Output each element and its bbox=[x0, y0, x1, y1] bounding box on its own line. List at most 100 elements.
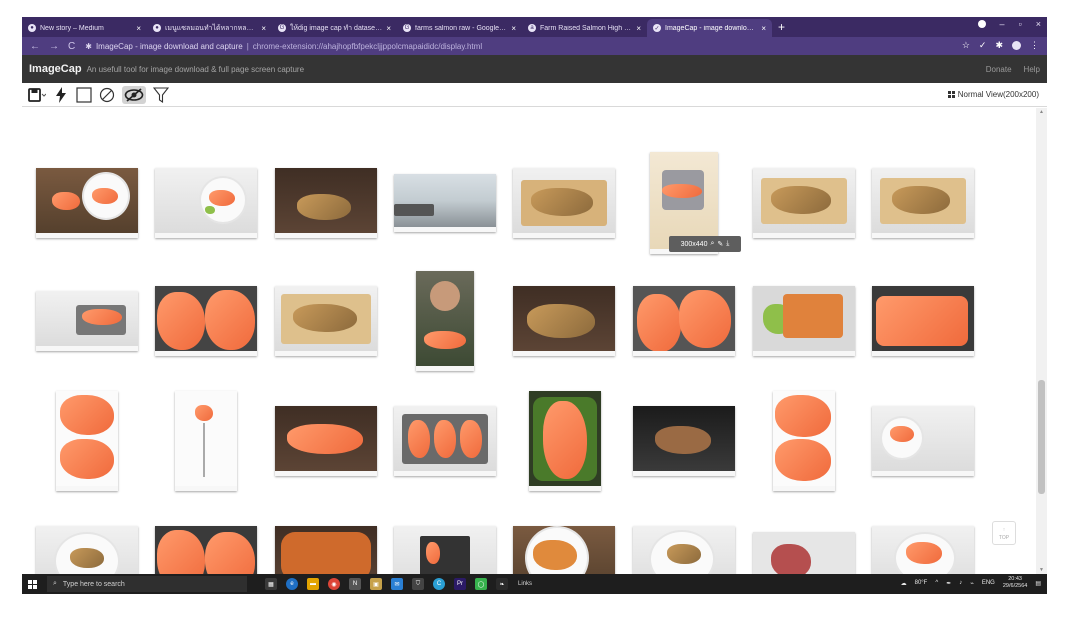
imagecap-ext-icon[interactable]: ✓ bbox=[979, 40, 987, 51]
image-thumbnail[interactable] bbox=[416, 271, 474, 371]
image-thumbnail[interactable] bbox=[155, 526, 257, 574]
select-none-icon[interactable] bbox=[76, 86, 92, 104]
image-thumbnail[interactable] bbox=[394, 526, 496, 574]
leaf-app-icon[interactable]: ❧ bbox=[496, 578, 508, 590]
view-mode-toggle[interactable]: Normal View(200x200) bbox=[947, 90, 1039, 99]
omnibox[interactable]: ✱ ImageCap - image download and capture … bbox=[85, 42, 482, 51]
image-thumbnail[interactable] bbox=[773, 391, 835, 491]
download-icon[interactable]: ⤓ bbox=[726, 240, 729, 248]
vertical-scrollbar[interactable]: ▲ ▼ bbox=[1036, 108, 1047, 574]
mail-icon[interactable]: ✉ bbox=[391, 578, 403, 590]
help-link[interactable]: Help bbox=[1024, 65, 1040, 74]
image-thumbnail[interactable] bbox=[513, 168, 615, 238]
image-thumbnail[interactable] bbox=[56, 391, 118, 491]
image-thumbnail[interactable] bbox=[36, 168, 138, 238]
browser-tab-2[interactable]: ● เมนูแซลมอนทำได้หลากหลาย ... × bbox=[147, 19, 272, 37]
clock[interactable]: 20:43 29/6/2564 bbox=[1003, 576, 1027, 590]
image-thumbnail[interactable] bbox=[155, 168, 257, 238]
image-thumbnail[interactable] bbox=[394, 406, 496, 476]
reload-icon[interactable]: C bbox=[68, 41, 75, 52]
browser-tab-6[interactable]: ✓ ImageCap - image download and × bbox=[647, 19, 772, 37]
image-thumbnail[interactable] bbox=[872, 286, 974, 356]
arrow-up-icon: ↑ bbox=[1002, 527, 1006, 533]
clear-icon[interactable] bbox=[99, 86, 115, 104]
minimize-icon[interactable]: – bbox=[1000, 19, 1005, 29]
lightning-icon[interactable] bbox=[53, 86, 69, 104]
weather-icon[interactable]: ☁ bbox=[901, 580, 907, 587]
browser-tab-1[interactable]: ● New story – Medium × bbox=[22, 19, 147, 37]
forward-icon[interactable]: → bbox=[49, 41, 59, 52]
store-icon[interactable]: ▣ bbox=[370, 578, 382, 590]
close-window-icon[interactable]: × bbox=[1036, 19, 1041, 29]
maximize-icon[interactable]: ▫ bbox=[1019, 19, 1022, 29]
image-thumbnail[interactable] bbox=[633, 526, 735, 574]
avatar[interactable] bbox=[1012, 41, 1021, 50]
network-icon[interactable]: ⌁ bbox=[970, 580, 974, 587]
task-view-icon[interactable]: ▦ bbox=[265, 578, 277, 590]
image-thumbnail[interactable] bbox=[394, 174, 496, 232]
image-thumbnail[interactable] bbox=[633, 286, 735, 356]
edge-icon[interactable]: e bbox=[286, 578, 298, 590]
image-thumbnail[interactable] bbox=[513, 286, 615, 356]
close-tab-icon[interactable]: × bbox=[511, 24, 516, 33]
image-thumbnail[interactable] bbox=[275, 286, 377, 356]
image-thumbnail[interactable] bbox=[633, 406, 735, 476]
image-thumbnail[interactable] bbox=[753, 286, 855, 356]
windows-start-icon[interactable] bbox=[28, 579, 37, 589]
edit-icon[interactable]: ✎ bbox=[717, 240, 723, 248]
profile-dot-icon[interactable] bbox=[977, 20, 986, 28]
pen-icon[interactable]: ✒ bbox=[946, 580, 951, 587]
scroll-down-icon[interactable]: ▼ bbox=[1039, 567, 1044, 573]
image-thumbnail[interactable] bbox=[513, 526, 615, 574]
taskbar-search[interactable]: ⌕ Type here to search bbox=[47, 576, 247, 592]
star-icon[interactable]: ☆ bbox=[962, 40, 970, 51]
filter-icon[interactable] bbox=[153, 86, 169, 104]
close-tab-icon[interactable]: × bbox=[136, 24, 141, 33]
image-thumbnail[interactable] bbox=[275, 406, 377, 476]
scrollbar-thumb[interactable] bbox=[1038, 380, 1045, 494]
new-tab-button[interactable]: + bbox=[778, 19, 785, 37]
browser-tab-3[interactable]: G ให้dig image cap ทำ dataset - ค้นห × bbox=[272, 19, 397, 37]
image-thumbnail[interactable] bbox=[36, 526, 138, 574]
notifications-icon[interactable]: ▤ bbox=[1035, 580, 1041, 587]
puzzle-icon[interactable]: ✱ bbox=[995, 40, 1003, 51]
close-tab-icon[interactable]: × bbox=[261, 24, 266, 33]
image-thumbnail[interactable] bbox=[872, 406, 974, 476]
close-tab-icon[interactable]: × bbox=[761, 24, 766, 33]
volume-icon[interactable]: ♪ bbox=[959, 580, 962, 586]
close-tab-icon[interactable]: × bbox=[386, 24, 391, 33]
line-icon[interactable]: ◯ bbox=[475, 578, 487, 590]
premiere-icon[interactable]: Pr bbox=[454, 578, 466, 590]
hide-eye-icon[interactable] bbox=[122, 85, 146, 104]
close-tab-icon[interactable]: × bbox=[636, 24, 641, 33]
chrome-icon[interactable]: ◉ bbox=[328, 578, 340, 590]
scroll-up-icon[interactable]: ▲ bbox=[1039, 109, 1044, 115]
image-thumbnail[interactable] bbox=[275, 526, 377, 574]
weather-temp[interactable]: 80°F bbox=[915, 580, 928, 586]
image-thumbnail[interactable] bbox=[872, 168, 974, 238]
image-thumbnail[interactable] bbox=[529, 391, 601, 491]
image-thumbnail[interactable] bbox=[753, 532, 855, 574]
image-thumbnail[interactable] bbox=[175, 391, 237, 491]
back-icon[interactable]: ← bbox=[30, 41, 40, 52]
image-thumbnail[interactable] bbox=[753, 168, 855, 238]
zoom-icon[interactable]: ⌕ bbox=[710, 240, 714, 248]
tray-chevron-icon[interactable]: ^ bbox=[935, 580, 938, 586]
shield-icon[interactable]: ⛉ bbox=[412, 578, 424, 590]
language-label[interactable]: ENG bbox=[982, 580, 995, 586]
image-thumbnail[interactable] bbox=[36, 291, 138, 351]
image-thumbnail[interactable] bbox=[872, 526, 974, 574]
image-thumbnail[interactable] bbox=[275, 168, 377, 238]
file-explorer-icon[interactable]: ▬ bbox=[307, 578, 319, 590]
back-to-top-button[interactable]: ↑ TOP bbox=[992, 521, 1016, 545]
browser-tab-4[interactable]: G farms salmon raw - Google Sear × bbox=[397, 19, 522, 37]
onenote-icon[interactable]: N bbox=[349, 578, 361, 590]
search-icon: ⌕ bbox=[53, 580, 57, 587]
app-c-icon[interactable]: C bbox=[433, 578, 445, 590]
browser-tab-5[interactable]: a Farm Raised Salmon High Resolu × bbox=[522, 19, 647, 37]
menu-dots-icon[interactable]: ⋮ bbox=[1030, 40, 1039, 51]
image-thumbnail[interactable] bbox=[155, 286, 257, 356]
save-icon[interactable] bbox=[28, 86, 46, 104]
donate-link[interactable]: Donate bbox=[986, 65, 1012, 74]
links-toolbar[interactable]: Links bbox=[518, 581, 532, 587]
